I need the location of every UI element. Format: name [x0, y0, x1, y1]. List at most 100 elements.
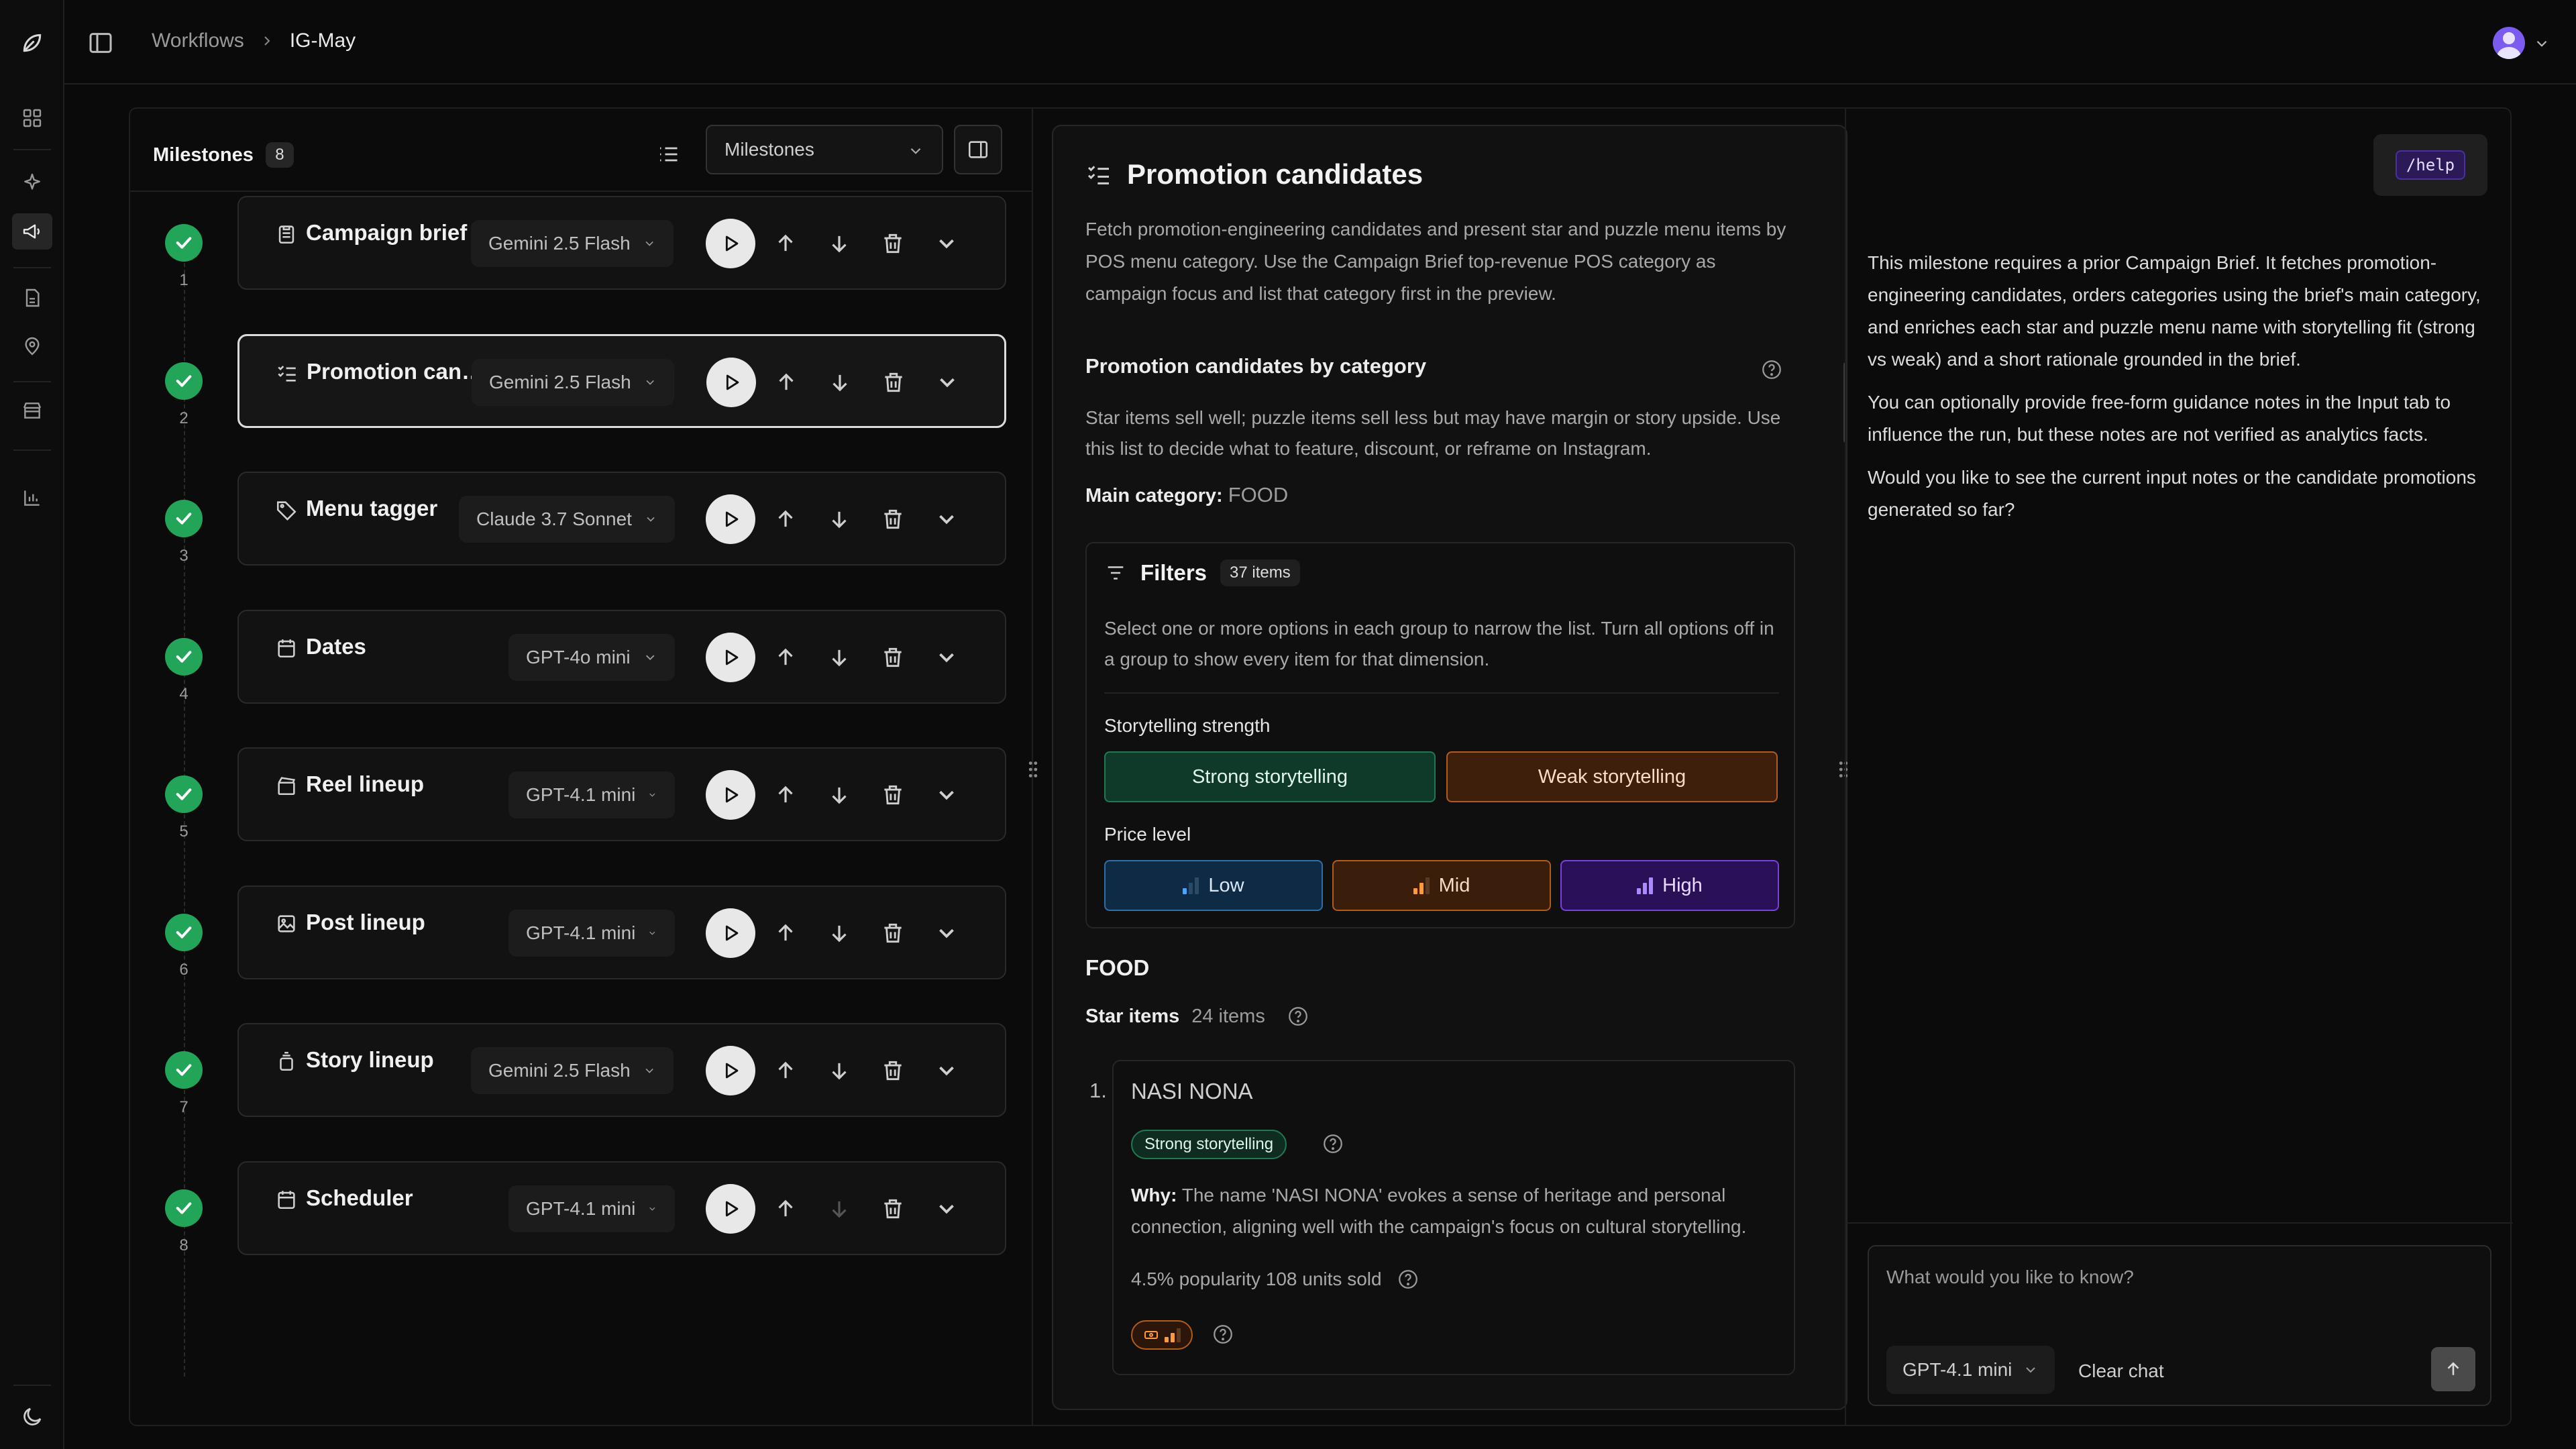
model-select[interactable]: GPT-4.1 mini — [508, 771, 675, 818]
avatar[interactable] — [2493, 27, 2525, 59]
app-logo-icon[interactable] — [19, 30, 46, 56]
milestone-number: 7 — [179, 1098, 189, 1116]
chevron-down-icon[interactable] — [934, 1196, 959, 1222]
theme-toggle-moon-icon[interactable] — [20, 1405, 44, 1429]
trash-icon[interactable] — [880, 1058, 906, 1083]
run-button[interactable] — [706, 357, 756, 407]
chevron-down-icon[interactable] — [934, 231, 959, 256]
run-button[interactable] — [706, 632, 755, 682]
send-button[interactable] — [2431, 1347, 2475, 1391]
run-button[interactable] — [706, 494, 755, 544]
milestone-card[interactable]: Reel lineup GPT-4.1 mini — [237, 747, 1006, 841]
chevron-down-icon[interactable] — [934, 782, 959, 808]
run-button[interactable] — [706, 908, 755, 958]
move-down-icon[interactable] — [826, 645, 852, 670]
help-circle-icon[interactable] — [1322, 1132, 1344, 1155]
app-rail — [0, 0, 64, 1449]
move-up-icon[interactable] — [773, 231, 798, 256]
trash-icon[interactable] — [880, 231, 906, 256]
chat-input-box[interactable]: What would you like to know? GPT-4.1 min… — [1868, 1245, 2491, 1406]
price-low-chip[interactable]: Low — [1104, 860, 1323, 911]
help-circle-icon[interactable] — [1397, 1268, 1419, 1291]
help-circle-icon[interactable] — [1287, 1005, 1309, 1028]
chevron-down-icon — [649, 931, 655, 935]
strong-storytelling-chip[interactable]: Strong storytelling — [1104, 751, 1436, 802]
chart-icon[interactable] — [20, 486, 44, 510]
location-pin-icon[interactable] — [20, 334, 44, 358]
dashboard-icon[interactable] — [20, 106, 44, 130]
trash-icon[interactable] — [880, 1196, 906, 1222]
model-select[interactable]: GPT-4.1 mini — [508, 1185, 675, 1232]
chevron-down-icon — [645, 655, 655, 660]
store-icon[interactable] — [20, 398, 44, 423]
chevron-down-icon[interactable] — [934, 370, 960, 395]
milestones-count-badge: 8 — [265, 142, 294, 168]
view-select[interactable]: Milestones — [706, 125, 943, 174]
model-select[interactable]: GPT-4o mini — [508, 633, 675, 681]
move-up-icon[interactable] — [773, 920, 798, 946]
chevron-down-icon[interactable] — [934, 645, 959, 670]
run-button[interactable] — [706, 1183, 755, 1234]
move-up-icon[interactable] — [773, 645, 798, 670]
move-down-icon[interactable] — [826, 920, 852, 946]
move-down-icon[interactable] — [826, 1058, 852, 1083]
stack-icon — [280, 1051, 293, 1071]
detail-panel: Promotion candidates Fetch promotion-eng… — [1052, 109, 1972, 1426]
move-up-icon[interactable] — [773, 370, 799, 395]
milestone-card[interactable]: Story lineup Gemini 2.5 Flash — [237, 1023, 1006, 1117]
milestone-card[interactable]: Post lineup GPT-4.1 mini — [237, 885, 1006, 979]
milestone-card[interactable]: Menu tagger Claude 3.7 Sonnet — [237, 472, 1006, 566]
move-down-icon[interactable] — [826, 231, 852, 256]
clear-chat-button[interactable]: Clear chat — [2078, 1360, 2164, 1382]
milestone-card[interactable]: Dates GPT-4o mini — [237, 609, 1006, 704]
trash-icon[interactable] — [880, 506, 906, 532]
move-up-icon[interactable] — [773, 1058, 798, 1083]
toggle-sidebar-icon[interactable] — [87, 30, 114, 56]
model-select[interactable]: Claude 3.7 Sonnet — [459, 496, 675, 543]
help-circle-icon[interactable] — [1760, 358, 1783, 381]
price-high-chip[interactable]: High — [1560, 860, 1779, 911]
move-down-icon[interactable] — [827, 370, 853, 395]
model-select[interactable]: Gemini 2.5 Flash — [472, 358, 674, 406]
model-select[interactable]: GPT-4.1 mini — [508, 909, 675, 957]
chevron-down-icon[interactable] — [934, 506, 959, 532]
milestone-number: 3 — [179, 547, 189, 565]
milestone-card[interactable]: Campaign brief Gemini 2.5 Flash — [237, 196, 1006, 290]
move-down-icon[interactable] — [826, 1196, 852, 1222]
model-select[interactable]: Gemini 2.5 Flash — [471, 220, 674, 267]
toggle-panel-button[interactable] — [954, 125, 1002, 174]
model-select[interactable]: Gemini 2.5 Flash — [471, 1047, 674, 1094]
chevron-down-icon[interactable] — [934, 1058, 959, 1083]
run-button[interactable] — [706, 219, 755, 268]
help-command-button[interactable]: /help — [2373, 134, 2487, 196]
list-view-icon[interactable] — [656, 142, 680, 166]
milestone-row: 7 Story lineup Gemini 2.5 Flash — [130, 1023, 1033, 1117]
chat-model-select[interactable]: GPT-4.1 mini — [1886, 1346, 2055, 1394]
megaphone-icon[interactable] — [12, 213, 52, 250]
move-up-icon[interactable] — [773, 1196, 798, 1222]
move-down-icon[interactable] — [826, 506, 852, 532]
run-button[interactable] — [706, 770, 755, 820]
milestone-number: 6 — [179, 960, 189, 979]
weak-storytelling-chip[interactable]: Weak storytelling — [1446, 751, 1778, 802]
document-icon[interactable] — [20, 286, 44, 310]
run-button[interactable] — [706, 1046, 755, 1095]
chat-input[interactable]: What would you like to know? — [1886, 1267, 2134, 1288]
resize-handle[interactable] — [1028, 759, 1038, 780]
move-up-icon[interactable] — [773, 506, 798, 532]
move-down-icon[interactable] — [826, 782, 852, 808]
trash-icon[interactable] — [880, 782, 906, 808]
trash-icon[interactable] — [881, 370, 906, 395]
move-up-icon[interactable] — [773, 782, 798, 808]
chevron-down-icon[interactable] — [934, 920, 959, 946]
chat-panel: /help This milestone requires a prior Ca… — [1845, 109, 2513, 1426]
chevron-down-icon[interactable] — [2533, 35, 2551, 52]
trash-icon[interactable] — [880, 645, 906, 670]
help-circle-icon[interactable] — [1212, 1323, 1234, 1346]
trash-icon[interactable] — [880, 920, 906, 946]
breadcrumb-workflows[interactable]: Workflows — [152, 30, 244, 52]
sparkles-icon[interactable] — [20, 170, 44, 195]
milestone-card[interactable]: Promotion can… Gemini 2.5 Flash — [237, 333, 1006, 428]
milestone-card[interactable]: Scheduler GPT-4.1 mini — [237, 1161, 1006, 1255]
price-mid-chip[interactable]: Mid — [1332, 860, 1551, 911]
